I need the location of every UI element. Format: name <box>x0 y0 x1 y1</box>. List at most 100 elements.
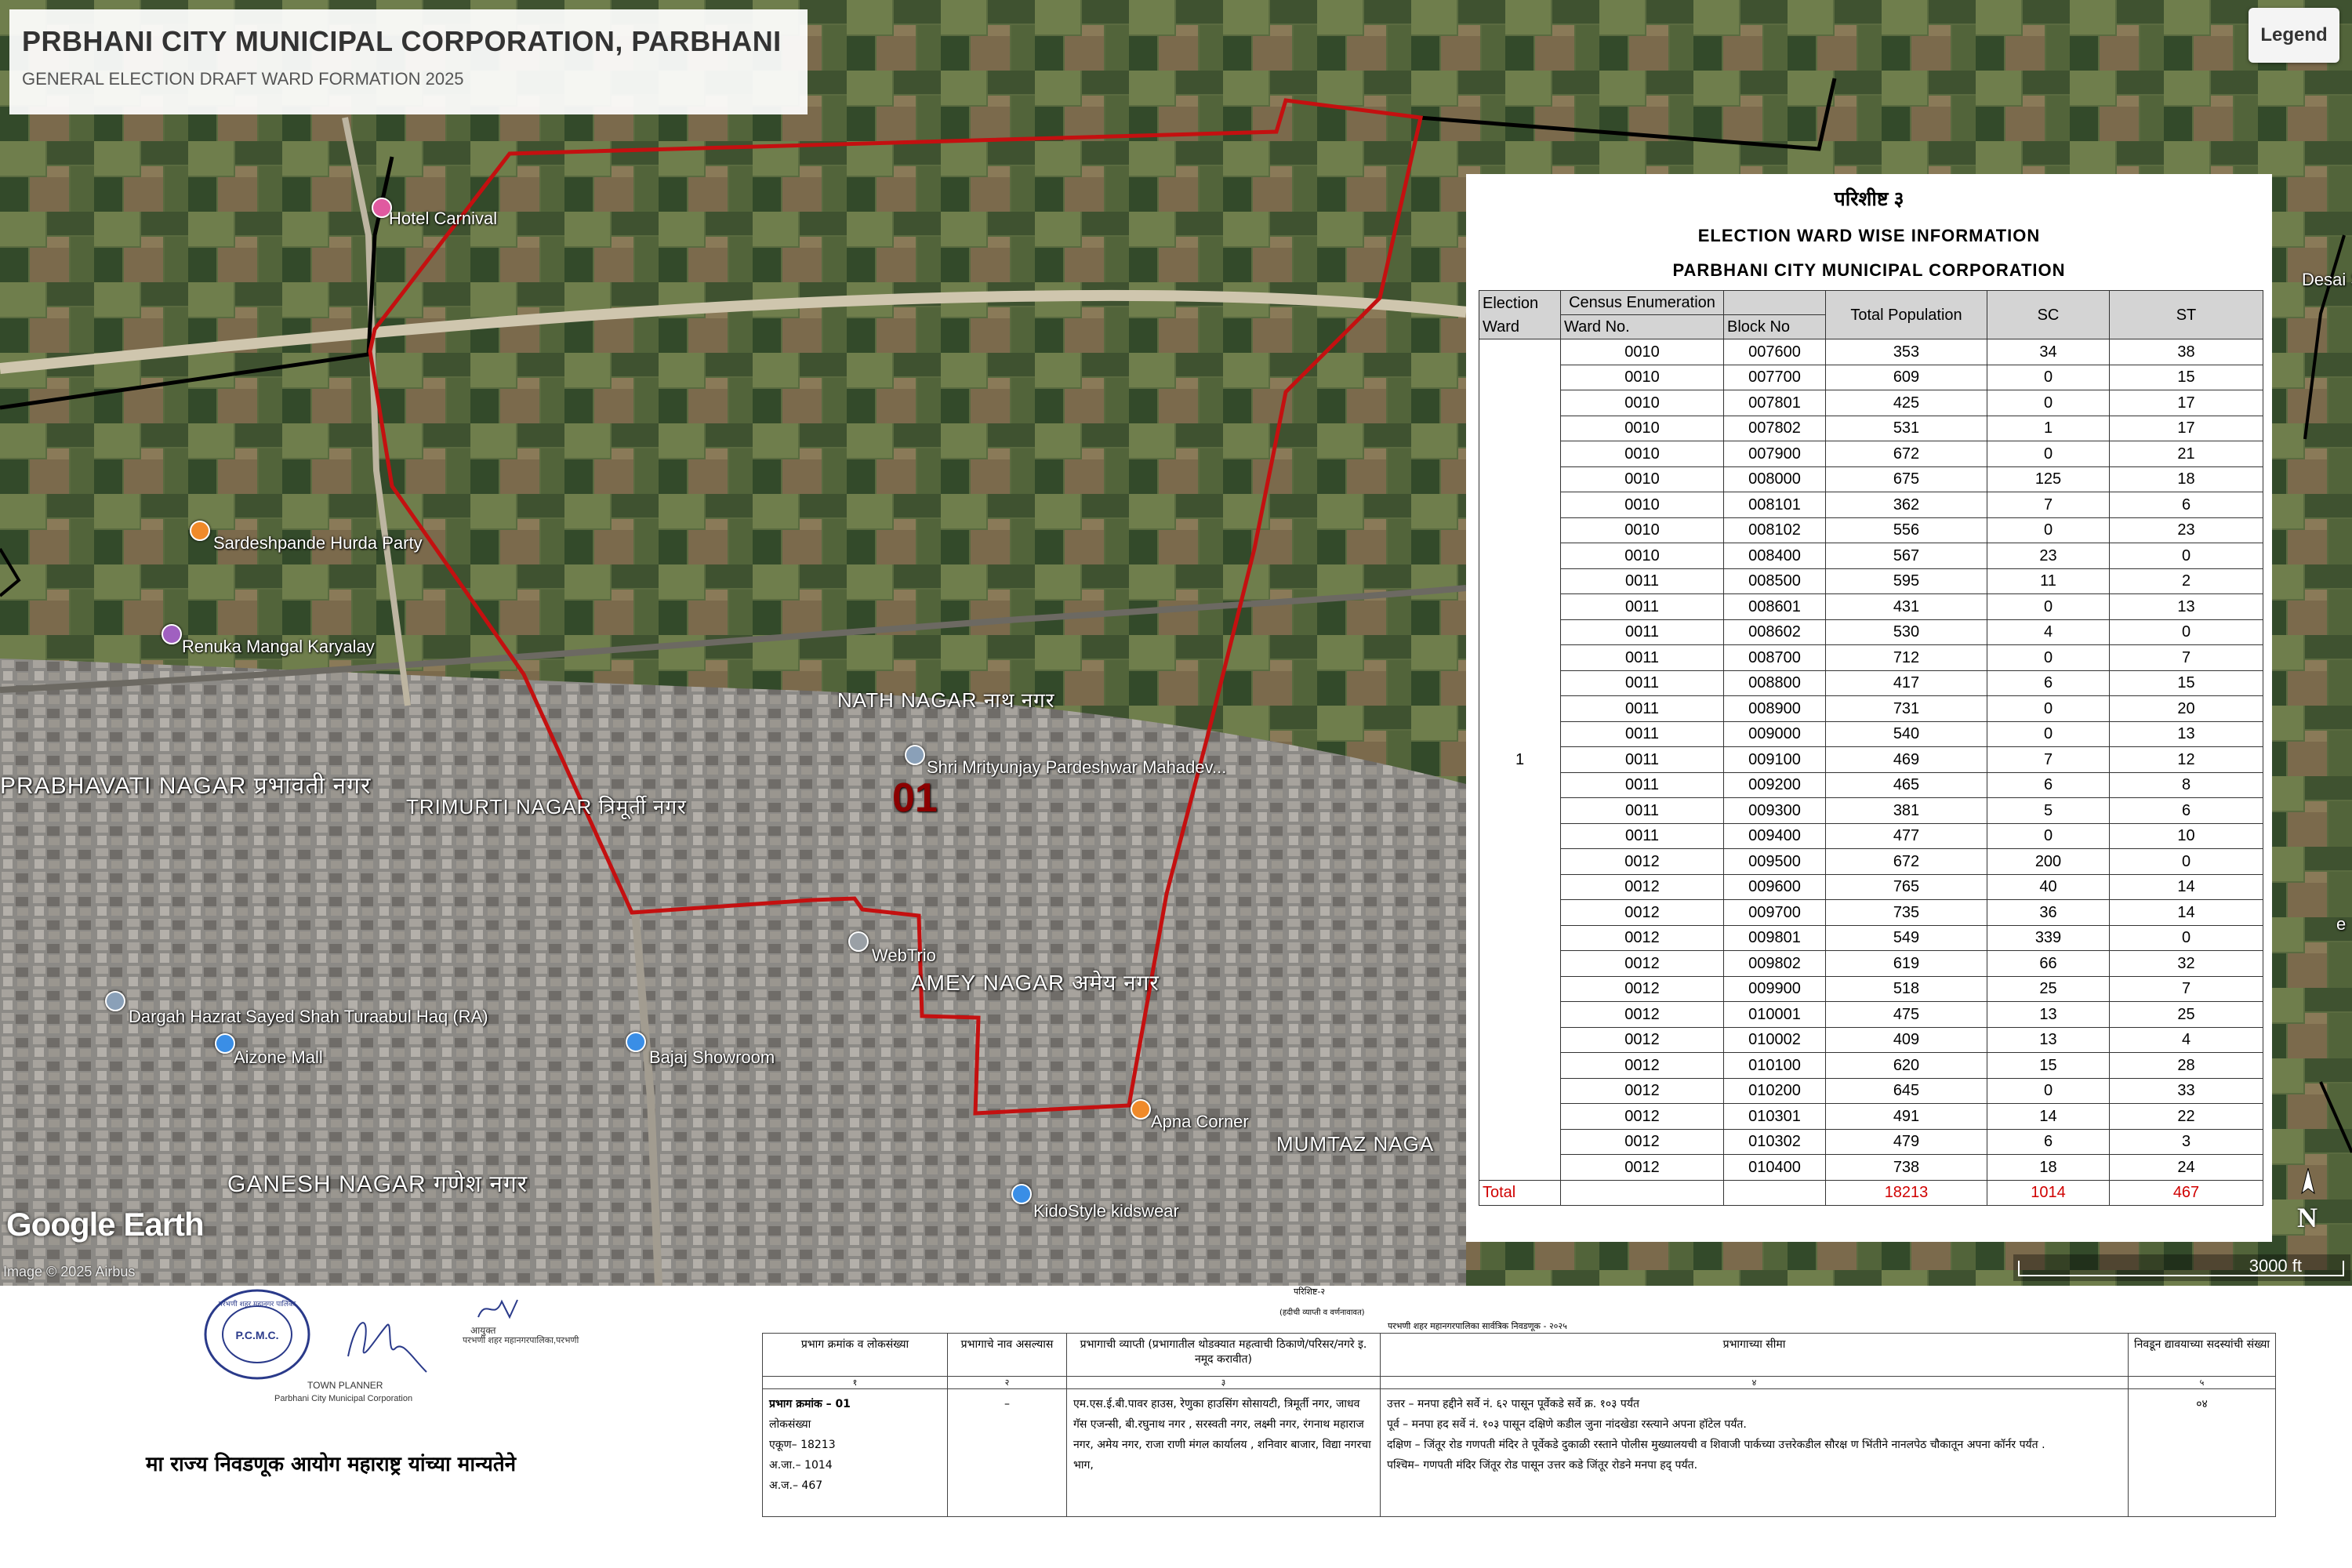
business-pin-icon[interactable] <box>848 931 869 952</box>
sc-cell: 34 <box>1987 339 2110 365</box>
place-hotel-carnival[interactable]: Hotel Carnival <box>389 209 497 229</box>
st-cell: 32 <box>2109 950 2263 977</box>
st-cell: 18 <box>2109 466 2263 492</box>
st-cell: 0 <box>2109 543 2263 569</box>
ward-table-body: 1 0010 007600 353 34 38 0010 007700 609 0 15 0010 00… <box>1479 339 2263 1206</box>
map-subtitle: GENERAL ELECTION DRAFT WARD FORMATION 20… <box>22 69 464 89</box>
sc-cell: 125 <box>1987 466 2110 492</box>
block-no-cell: 007700 <box>1723 364 1826 390</box>
place-renuka[interactable]: Renuka Mangal Karyalay <box>182 637 375 657</box>
block-no-cell: 010400 <box>1723 1154 1826 1181</box>
ward-table-total-row: Total 18213 1014 467 <box>1479 1179 2263 1206</box>
ward-no-cell: 0010 <box>1560 492 1724 518</box>
place-shri-mrityunjay[interactable]: Shri Mrityunjay Pardeshwar Mahadev... <box>927 757 1226 778</box>
population-cell: 549 <box>1825 924 1987 951</box>
ward-info-table: Election Ward Census Enumeration Total P… <box>1479 290 2263 1206</box>
population-cell: 475 <box>1825 1001 1987 1028</box>
restaurant-pin-icon[interactable] <box>1131 1099 1151 1120</box>
place-apna-corner[interactable]: Apna Corner <box>1151 1112 1249 1132</box>
legend-button[interactable]: Legend <box>2249 8 2339 63</box>
col-census-blank <box>1723 290 1826 315</box>
ward-no-cell: 0011 <box>1560 644 1724 671</box>
ward-no-cell: 0011 <box>1560 593 1724 620</box>
place-sardeshpande[interactable]: Sardeshpande Hurda Party <box>213 533 423 554</box>
ward-no-cell: 0011 <box>1560 746 1724 773</box>
ward-table-row: 0011 009400 477 0 10 <box>1479 822 2263 849</box>
place-desai[interactable]: Desai Sale <box>2302 270 2352 290</box>
sched-ward-line: प्रभाग क्रमांक – 01 <box>769 1398 851 1410</box>
ward-no-cell: 0012 <box>1560 1001 1724 1028</box>
place-aizone[interactable]: Aizone Mall <box>234 1047 323 1068</box>
block-no-cell: 009900 <box>1723 975 1826 1002</box>
st-cell: 14 <box>2109 899 2263 926</box>
block-no-cell: 008101 <box>1723 492 1826 518</box>
sc-cell: 0 <box>1987 390 2110 416</box>
svg-text:परभणी शहर महानगर पालिका: परभणी शहर महानगर पालिका <box>219 1299 296 1308</box>
ward-no-cell: 0010 <box>1560 415 1724 441</box>
block-no-cell: 010002 <box>1723 1026 1826 1053</box>
block-no-cell: 008800 <box>1723 670 1826 696</box>
population-cell: 531 <box>1825 415 1987 441</box>
sc-cell: 6 <box>1987 771 2110 798</box>
sc-cell: 13 <box>1987 1001 2110 1028</box>
block-no-cell: 009100 <box>1723 746 1826 773</box>
ward-table-row: 0010 007900 672 0 21 <box>1479 441 2263 467</box>
place-webtrio[interactable]: WebTrio <box>872 946 936 966</box>
population-cell: 595 <box>1825 568 1987 594</box>
block-no-cell: 007900 <box>1723 441 1826 467</box>
mall-pin-icon[interactable] <box>215 1033 235 1054</box>
population-cell: 738 <box>1825 1154 1987 1181</box>
ward-table-row: 0012 009802 619 66 32 <box>1479 950 2263 977</box>
block-no-cell: 007801 <box>1723 390 1826 416</box>
ward-no-cell: 0012 <box>1560 1052 1724 1079</box>
ward-table-row: 0011 009100 469 7 12 <box>1479 746 2263 773</box>
population-cell: 465 <box>1825 771 1987 798</box>
temple-pin-icon[interactable] <box>905 745 925 765</box>
sched-num-3: ३ <box>1066 1376 1381 1389</box>
place-ganesh: GANESH NAGAR गणेश नगर <box>227 1171 528 1197</box>
venue-pin-icon[interactable] <box>162 624 182 644</box>
ward-no-cell: 0011 <box>1560 771 1724 798</box>
ward-no-cell: 0010 <box>1560 543 1724 569</box>
st-cell: 4 <box>2109 1026 2263 1053</box>
ward-table-row: 0012 009900 518 25 7 <box>1479 975 2263 1002</box>
st-cell: 7 <box>2109 975 2263 1002</box>
ward-table-row: 0011 008700 712 0 7 <box>1479 644 2263 671</box>
store-pin-icon[interactable] <box>1011 1184 1032 1204</box>
st-cell: 15 <box>2109 670 2263 696</box>
showroom-pin-icon[interactable] <box>626 1032 646 1052</box>
sched-boundary-west: पश्चिम– गणपती मंदिर जिंतूर रोड पासून उत्… <box>1387 1459 1698 1472</box>
schedule-subheading: (हदीची व्याप्ती व वर्णनावावत) <box>1279 1308 1365 1317</box>
col-block-no: Block No <box>1723 314 1826 339</box>
population-cell: 556 <box>1825 517 1987 543</box>
place-kidostyle[interactable]: KidoStyle kidswear <box>1033 1201 1179 1221</box>
sched-col-extent: प्रभागाची व्याप्ती (प्रभागातील थोडक्यात … <box>1066 1333 1381 1377</box>
ward-table-row: 0011 008800 417 6 15 <box>1479 670 2263 696</box>
sc-cell: 4 <box>1987 619 2110 645</box>
ward-no-cell: 0010 <box>1560 517 1724 543</box>
st-cell: 38 <box>2109 339 2263 365</box>
st-cell: 12 <box>2109 746 2263 773</box>
block-no-cell: 009300 <box>1723 797 1826 824</box>
place-bajaj[interactable]: Bajaj Showroom <box>649 1047 775 1068</box>
st-cell: 21 <box>2109 441 2263 467</box>
ward-no-cell: 0010 <box>1560 339 1724 365</box>
block-no-cell: 008900 <box>1723 695 1826 722</box>
ward-table-row: 0011 009300 381 5 6 <box>1479 797 2263 824</box>
map-title-box: PRBHANI CITY MUNICIPAL CORPORATION, PARB… <box>9 9 808 114</box>
block-no-cell: 009700 <box>1723 899 1826 926</box>
sched-num-5: ५ <box>2128 1376 2276 1389</box>
population-cell: 477 <box>1825 822 1987 849</box>
block-no-cell: 010001 <box>1723 1001 1826 1028</box>
sc-cell: 18 <box>1987 1154 2110 1181</box>
restaurant-pin-icon[interactable] <box>190 521 210 541</box>
block-no-cell: 007802 <box>1723 415 1826 441</box>
ward-table-row: 0011 008602 530 4 0 <box>1479 619 2263 645</box>
sched-extent: एम.एस.ई.बी.पावर हाउस, रेणुका हाउसिंग सोस… <box>1066 1388 1381 1517</box>
sc-cell: 0 <box>1987 720 2110 747</box>
ward-no-cell: 0011 <box>1560 822 1724 849</box>
place-dargah[interactable]: Dargah Hazrat Sayed Shah Turaabul Haq (R… <box>129 1007 488 1027</box>
st-cell: 28 <box>2109 1052 2263 1079</box>
mosque-pin-icon[interactable] <box>105 991 125 1011</box>
pcmc-seal-icon: P.C.M.C. परभणी शहर महानगर पालिका <box>204 1289 310 1380</box>
